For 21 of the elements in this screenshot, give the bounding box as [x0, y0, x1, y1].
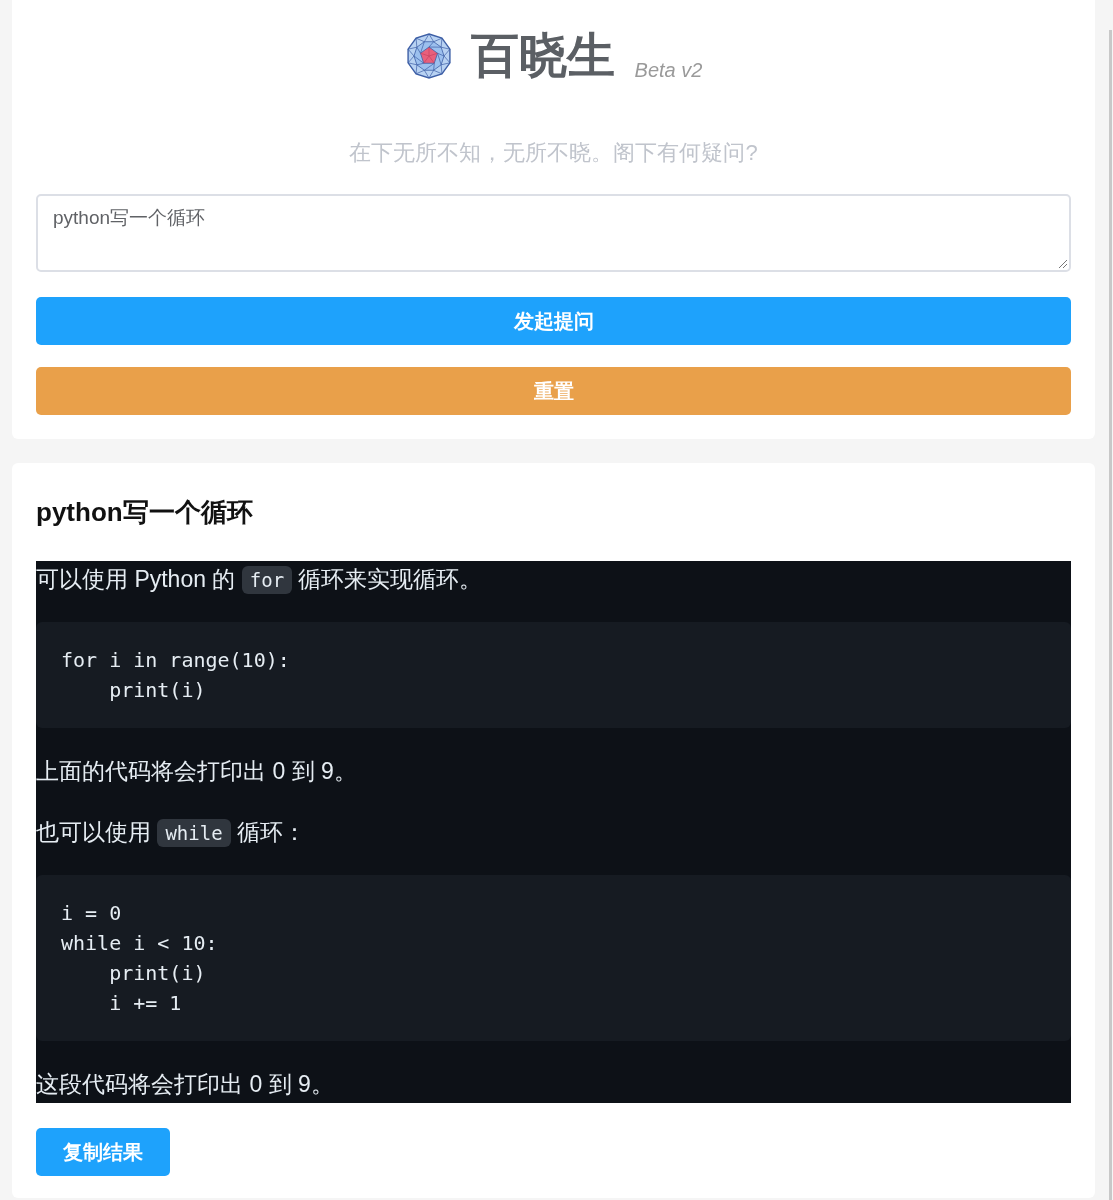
submit-button[interactable]: 发起提问 — [36, 297, 1071, 345]
question-field[interactable]: python写一个循环 — [36, 194, 1071, 272]
answer-paragraph: 这段代码将会打印出 0 到 9。 — [36, 1070, 335, 1099]
app-title: 百晓生 — [470, 28, 615, 84]
copy-result-button[interactable]: 复制结果 — [36, 1128, 170, 1176]
code-line: print(i) — [108, 961, 206, 985]
code-line: while i < 10: — [61, 931, 218, 955]
reset-button[interactable]: 重置 — [36, 367, 1071, 415]
version-label: Beta v2 — [634, 59, 703, 82]
answer-paragraph: 上面的代码将会打印出 0 到 9。 — [36, 757, 358, 786]
code-line: i += 1 — [108, 991, 182, 1015]
tagline: 在下无所不知，无所不晓。阁下有何疑问? — [348, 139, 759, 167]
answer-paragraph: 也可以使用 while 循环： — [36, 818, 307, 849]
answer-paragraph: 可以使用 Python 的 for 循环来实现循环。 — [36, 565, 484, 596]
resize-grip-icon[interactable] — [1058, 259, 1068, 269]
question-heading: python写一个循环 — [36, 496, 254, 529]
logo-icon — [404, 32, 453, 80]
code-line: print(i) — [108, 678, 206, 702]
code-line: for i in range(10): — [61, 648, 290, 672]
code-line: i = 0 — [61, 901, 122, 925]
scrollbar-thumb[interactable] — [1109, 30, 1112, 1200]
